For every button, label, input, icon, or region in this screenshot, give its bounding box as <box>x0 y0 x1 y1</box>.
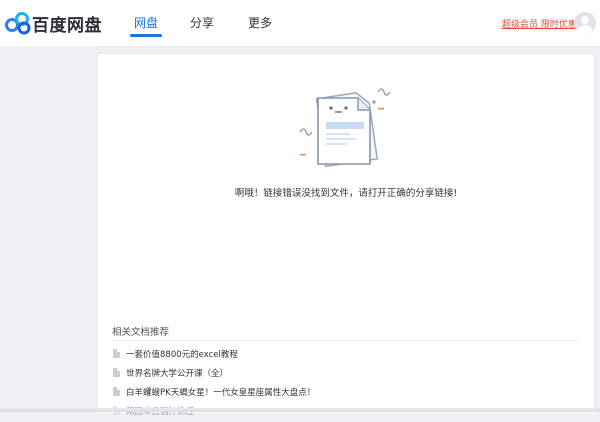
nav-item-more[interactable]: 更多 <box>248 14 272 31</box>
baidu-netdisk-logo[interactable]: 百度网盘 <box>4 10 102 36</box>
nav-item-netdisk[interactable]: 网盘 <box>134 14 158 31</box>
document-icon <box>113 368 120 377</box>
document-icon <box>113 349 120 358</box>
avatar-body <box>577 25 593 34</box>
top-header: 百度网盘 网盘 分享 更多 超级会员 限时优惠 <box>0 0 600 47</box>
doc-link[interactable]: 白羊蠼螋PK天蝎女星！一代女皇星座属性大盘点！ <box>126 386 315 398</box>
related-docs-title: 相关文档推荐 <box>112 327 170 338</box>
error-message: 啊哦！链接错误没找到文件，请打开正确的分享链接! <box>234 188 458 199</box>
user-avatar-icon[interactable] <box>574 12 596 34</box>
list-item[interactable]: 白羊蠼螋PK天蝎女星！一代女皇星座属性大盘点！ <box>112 384 572 403</box>
broken-file-illustration <box>299 88 391 168</box>
divider <box>112 340 580 341</box>
nav-item-share[interactable]: 分享 <box>190 14 214 31</box>
avatar-head <box>581 16 589 24</box>
list-item[interactable]: 帮团单丘猖狞涂经 <box>112 403 572 422</box>
vip-promo-link[interactable]: 超级会员 限时优惠 <box>502 17 577 30</box>
logo-text: 百度网盘 <box>32 16 102 36</box>
doc-link[interactable]: 一套价值8800元的excel教程 <box>126 348 238 360</box>
cloud-logo-icon <box>5 12 31 35</box>
content-panel: 啊哦！链接错误没找到文件，请打开正确的分享链接! 相关文档推荐 一套价值8800… <box>97 53 595 417</box>
nav-active-underline <box>130 34 162 37</box>
bottom-edge <box>0 408 600 412</box>
left-gutter <box>0 46 97 412</box>
doc-link[interactable]: 世界名牌大学公开课（全） <box>126 367 228 379</box>
list-item[interactable]: 一套价值8800元的excel教程 <box>112 346 572 365</box>
document-icon <box>113 387 120 396</box>
list-item[interactable]: 世界名牌大学公开课（全） <box>112 365 572 384</box>
